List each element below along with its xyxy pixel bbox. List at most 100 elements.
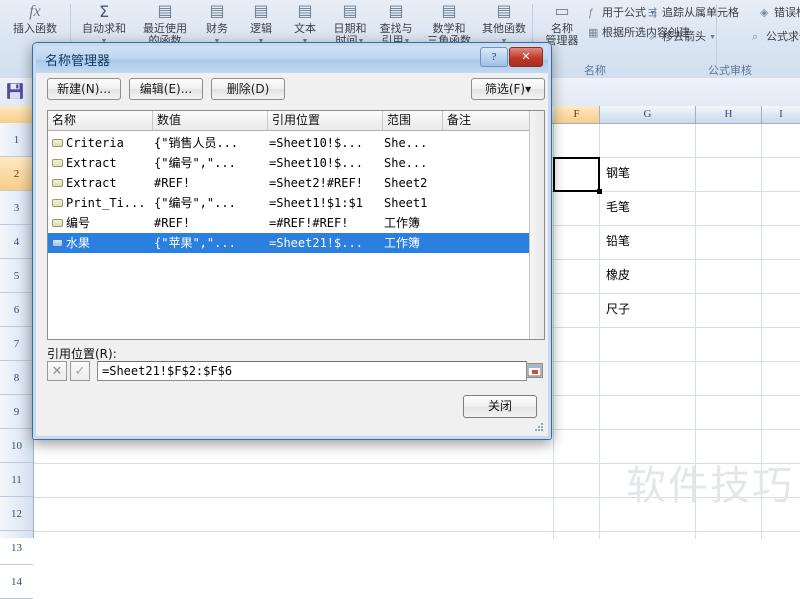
ribbon-button-label: 逻辑 (250, 23, 272, 35)
name-item-icon (52, 159, 63, 167)
dialog-titlebar[interactable]: 名称管理器 ? ✕ (36, 46, 548, 73)
resize-grip[interactable] (534, 423, 544, 433)
column-header-G[interactable]: G (600, 106, 696, 123)
ribbon-button-label: 名称 (551, 23, 573, 35)
cell-G5[interactable]: 橡皮 (606, 266, 630, 283)
row-header-4[interactable]: 4 (0, 225, 33, 259)
column-header-H[interactable]: H (696, 106, 762, 123)
collapse-dialog-icon (527, 364, 542, 377)
cell-scope: Sheet1 (384, 196, 428, 210)
row-header-6[interactable]: 6 (0, 293, 33, 327)
row-header-8[interactable]: 8 (0, 361, 33, 395)
new-name-button[interactable]: 新建(N)... (47, 78, 121, 100)
table-row[interactable]: Extract {"编号","... =Sheet10!$... She... (48, 153, 529, 173)
cell-name: Print_Ti... (66, 196, 146, 210)
column-header-I[interactable]: I (762, 106, 800, 123)
ribbon-item-remove-arrows[interactable]: ⇗ 移去箭头 ▼ (648, 28, 716, 44)
cell-G2[interactable]: 钢笔 (606, 164, 630, 181)
dialog-title: 名称管理器 (45, 54, 111, 69)
row-header-9[interactable]: 9 (0, 395, 33, 429)
row-header-2[interactable]: 2 (0, 157, 33, 191)
column-header-scope[interactable]: 范围 (383, 111, 443, 130)
fx-icon: fx (29, 3, 41, 20)
column-header-F[interactable]: F (554, 106, 600, 123)
row-header-1[interactable]: 1 (0, 123, 33, 157)
column-header-value[interactable]: 数值 (153, 111, 268, 130)
cell-value: {"编号","... (154, 156, 236, 170)
more-functions-icon: ▤ (496, 3, 512, 20)
ribbon-button-recent-functions[interactable]: ▤ 最近使用 的函数 (136, 2, 194, 47)
ribbon-button-name-manager[interactable]: ▭ 名称 管理器 (540, 2, 584, 47)
ribbon-item-trace-dependents[interactable]: ⇶ 追踪从属单元格 (648, 4, 739, 20)
cell-refers-to: =Sheet10!$... (269, 156, 363, 170)
row-header-13[interactable]: 13 (0, 531, 33, 565)
cell-G4[interactable]: 铅笔 (606, 232, 630, 249)
name-item-icon (52, 179, 63, 187)
row-header-5[interactable]: 5 (0, 259, 33, 293)
names-list[interactable]: 名称 数值 引用位置 范围 备注 Criteria {"销售人员... =She… (47, 110, 545, 340)
confirm-edit-button[interactable]: ✓ (70, 361, 90, 381)
ribbon-button-insert-function[interactable]: fx 插入函数 (4, 2, 66, 35)
ribbon-button-label: 日期和 (333, 23, 367, 35)
ribbon-button-math-trig[interactable]: ▤ 数学和 三角函数 (420, 2, 478, 47)
evaluate-formula-icon: ⌕ (752, 31, 759, 43)
refers-to-label: 引用位置(R): (47, 347, 117, 361)
grid-line (34, 531, 800, 532)
column-header-name[interactable]: 名称 (48, 111, 153, 130)
ribbon-item-evaluate-formula[interactable]: ⌕ 公式求值 (752, 28, 800, 44)
ribbon-item-label: 追踪从属单元格 (662, 7, 739, 19)
ribbon-button-label: 最近使用 (143, 23, 187, 35)
close-dialog-button[interactable]: 关闭 (463, 395, 537, 418)
ribbon-button-label: 文本 (294, 23, 316, 35)
table-row[interactable]: Extract #REF! =Sheet2!#REF! Sheet2 (48, 173, 529, 193)
row-header-7[interactable]: 7 (0, 327, 33, 361)
ribbon-group-caption-audit: 公式审核 (708, 65, 752, 77)
refers-to-input[interactable]: =Sheet21!$F$2:$F$6 (97, 361, 527, 381)
delete-name-button[interactable]: 删除(D) (211, 78, 285, 100)
ribbon-item-error-check[interactable]: ◈错误检查 ▼ (760, 4, 800, 20)
filter-button[interactable]: 筛选(F)▾ (471, 78, 545, 100)
ribbon-item-label: 公式求值 (766, 31, 800, 43)
list-scrollbar[interactable] (529, 111, 544, 339)
ribbon-item-label: 错误检查 (774, 7, 800, 19)
row-header-12[interactable]: 12 (0, 497, 33, 531)
cell-name: Extract (66, 156, 117, 170)
ribbon-item-label: 用于公式 (602, 7, 646, 19)
ribbon-button-label: 查找与 (379, 23, 413, 35)
cancel-edit-button[interactable]: ✕ (47, 361, 67, 381)
cell-scope: Sheet2 (384, 176, 428, 190)
name-manager-icon: ▭ (554, 3, 570, 20)
cell-name: 编号 (66, 216, 91, 230)
cell-G3[interactable]: 毛笔 (606, 198, 630, 215)
collapse-dialog-button[interactable] (526, 363, 543, 378)
close-window-button[interactable]: ✕ (509, 47, 543, 67)
table-row[interactable]: 水果 {"苹果","... =Sheet21!$... 工作簿 (48, 233, 529, 253)
ribbon-group-caption-name: 名称 (584, 65, 606, 77)
row-header-11[interactable]: 11 (0, 463, 33, 497)
fill-handle[interactable] (597, 189, 602, 194)
save-icon[interactable] (6, 82, 24, 100)
cell-G6[interactable]: 尺子 (606, 300, 630, 317)
cell-value: #REF! (154, 176, 191, 190)
ribbon-button-label: 财务 (206, 23, 228, 35)
ribbon-button-label: 自动求和 (82, 23, 126, 35)
row-header-14[interactable]: 14 (0, 565, 33, 599)
column-header-comment[interactable]: 备注 (443, 111, 529, 130)
chevron-down-icon[interactable]: ▼ (709, 34, 716, 41)
cell-refers-to: =Sheet21!$... (269, 236, 363, 250)
row-header-3[interactable]: 3 (0, 191, 33, 225)
error-check-icon: ◈ (760, 7, 769, 19)
ribbon-item-use-in-formula[interactable]: ƒ 用于公式 ▼ (588, 4, 656, 20)
column-header-refers-to[interactable]: 引用位置 (268, 111, 383, 130)
name-manager-dialog: 名称管理器 ? ✕ 新建(N)... 编辑(E)... 删除(D) 筛选(F)▾… (32, 42, 552, 440)
help-button[interactable]: ? (480, 47, 508, 67)
table-row[interactable]: Criteria {"销售人员... =Sheet10!$... She... (48, 133, 529, 153)
table-row[interactable]: Print_Ti... {"编号","... =Sheet1!$1:$1 She… (48, 193, 529, 213)
table-row[interactable]: 编号 #REF! =#REF!#REF! 工作簿 (48, 213, 529, 233)
row-header-10[interactable]: 10 (0, 429, 33, 463)
dialog-body: 新建(N)... 编辑(E)... 删除(D) 筛选(F)▾ 名称 数值 引用位… (36, 73, 548, 436)
cell-name: Criteria (66, 136, 124, 150)
edit-name-button[interactable]: 编辑(E)... (129, 78, 203, 100)
ribbon-button-label: 插入函数 (13, 23, 57, 35)
select-all-corner[interactable] (0, 106, 34, 123)
